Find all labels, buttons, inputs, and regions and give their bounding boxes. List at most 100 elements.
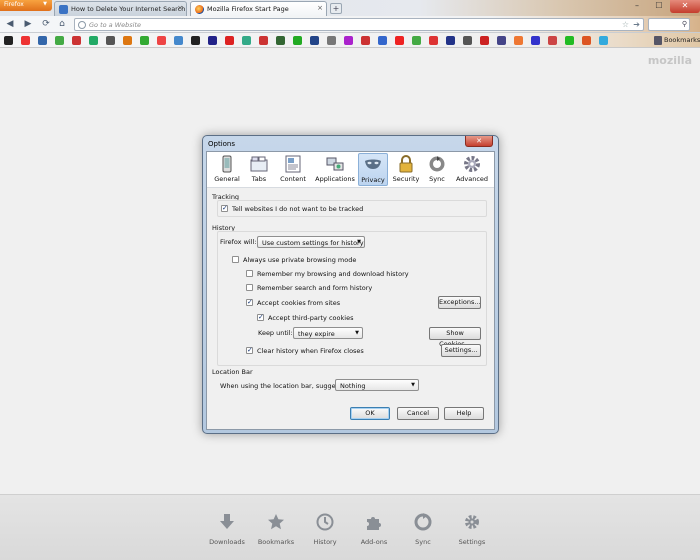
bookmark-favicon-icon[interactable] <box>276 36 285 45</box>
bookmark-favicon-icon[interactable] <box>208 36 217 45</box>
tab-sync[interactable]: Sync <box>424 153 450 186</box>
bookmark-favicon-icon[interactable] <box>21 36 30 45</box>
tab-applications[interactable]: Applications <box>314 153 356 186</box>
clear-on-close-checkbox[interactable] <box>246 346 253 354</box>
history-mode-value: Use custom settings for history <box>262 239 364 247</box>
bookmark-favicon-icon[interactable] <box>310 36 319 45</box>
launcher-downloads[interactable]: Downloads <box>207 513 247 546</box>
bookmark-favicon-icon[interactable] <box>429 36 438 45</box>
bookmarks-menu-icon <box>654 36 662 45</box>
new-tab-button[interactable]: + <box>330 3 342 14</box>
launcher-settings[interactable]: Settings <box>452 513 492 546</box>
search-input[interactable]: ⚲ <box>648 18 690 31</box>
bookmark-favicon-icon[interactable] <box>497 36 506 45</box>
third-party-cookies-checkbox[interactable] <box>257 313 264 321</box>
tab-general[interactable]: General <box>212 153 242 186</box>
home-icon[interactable]: ⌂ <box>56 18 68 30</box>
do-not-track-checkbox[interactable] <box>221 204 228 212</box>
bookmark-favicon-icon[interactable] <box>293 36 302 45</box>
bookmark-star-icon[interactable]: ☆ <box>622 20 629 29</box>
bookmark-favicon-icon[interactable] <box>463 36 472 45</box>
tab-delete-search-history[interactable]: How to Delete Your Internet Search H... … <box>54 1 187 16</box>
tab-tabs[interactable]: Tabs <box>246 153 272 186</box>
launcher-sync[interactable]: Sync <box>403 513 443 546</box>
bookmark-favicon-icon[interactable] <box>514 36 523 45</box>
launcher-history[interactable]: History <box>305 513 345 546</box>
bookmark-favicon-icon[interactable] <box>106 36 115 45</box>
launcher-bookmarks[interactable]: Bookmarks <box>256 513 296 546</box>
bookmark-favicon-icon[interactable] <box>412 36 421 45</box>
remember-browsing-label: Remember my browsing and download histor… <box>257 270 409 278</box>
bookmark-favicon-icon[interactable] <box>225 36 234 45</box>
forward-icon[interactable]: ▶ <box>22 18 34 30</box>
clear-settings-button[interactable]: Settings... <box>441 344 481 357</box>
url-bar[interactable]: Go to a Website ☆ ➔ <box>74 18 644 31</box>
bookmark-favicon-icon[interactable] <box>565 36 574 45</box>
tab-title: Mozilla Firefox Start Page <box>207 5 289 13</box>
keep-until-dropdown[interactable]: they expire ▼ <box>293 327 363 339</box>
close-window-button[interactable]: ✕ <box>670 0 700 13</box>
firefox-menu-button[interactable]: Firefox ▼ <box>0 0 52 11</box>
accept-cookies-checkbox[interactable] <box>246 298 253 306</box>
stop-reload-icon[interactable]: ⟳ <box>40 18 52 30</box>
remember-browsing-checkbox[interactable] <box>246 270 253 277</box>
bookmark-favicon-icon[interactable] <box>378 36 387 45</box>
bookmark-favicon-icon[interactable] <box>395 36 404 45</box>
tab-content[interactable]: Content <box>276 153 310 186</box>
dialog-close-button[interactable]: ✕ <box>465 136 493 147</box>
launcher-label: Bookmarks <box>257 538 295 546</box>
minimize-button[interactable]: – <box>626 0 648 13</box>
gear-icon <box>465 515 479 529</box>
bookmark-favicon-icon[interactable] <box>582 36 591 45</box>
exceptions-button[interactable]: Exceptions... <box>438 296 481 309</box>
bookmark-favicon-icon[interactable] <box>327 36 336 45</box>
bookmark-favicon-icon[interactable] <box>123 36 132 45</box>
back-icon[interactable]: ◀ <box>4 18 16 30</box>
suggest-dropdown[interactable]: Nothing ▼ <box>335 379 419 391</box>
bookmark-favicon-icon[interactable] <box>548 36 557 45</box>
chevron-down-icon: ▼ <box>411 382 415 388</box>
bookmark-favicon-icon[interactable] <box>72 36 81 45</box>
bookmark-favicon-icon[interactable] <box>259 36 268 45</box>
bookmark-favicon-icon[interactable] <box>157 36 166 45</box>
pane-label: Security <box>392 175 420 183</box>
bookmark-favicon-icon[interactable] <box>446 36 455 45</box>
close-tab-icon[interactable]: × <box>177 4 183 12</box>
star-icon <box>268 514 284 530</box>
launcher-bar: Downloads Bookmarks History Add-ons Sync… <box>0 494 700 560</box>
bookmark-favicon-icon[interactable] <box>4 36 13 45</box>
tab-security[interactable]: Security <box>392 153 420 186</box>
bookmark-favicon-icon[interactable] <box>89 36 98 45</box>
bookmark-favicon-icon[interactable] <box>344 36 353 45</box>
history-mode-dropdown[interactable]: Use custom settings for history ▼ <box>257 236 365 248</box>
bookmarks-menu-button[interactable]: Bookmarks <box>664 36 700 44</box>
bookmark-favicon-icon[interactable] <box>480 36 489 45</box>
pane-label: Privacy <box>361 176 385 184</box>
help-button[interactable]: Help <box>444 407 484 420</box>
remember-search-checkbox[interactable] <box>246 284 253 291</box>
bookmark-favicon-icon[interactable] <box>140 36 149 45</box>
go-arrow-icon[interactable]: ➔ <box>633 20 640 29</box>
tab-privacy[interactable]: Privacy <box>358 153 388 186</box>
bookmark-favicon-icon[interactable] <box>191 36 200 45</box>
pane-label: Content <box>280 175 306 183</box>
tab-firefox-start-page[interactable]: Mozilla Firefox Start Page × <box>190 1 327 16</box>
bookmark-favicon-icon[interactable] <box>38 36 47 45</box>
bookmark-favicon-icon[interactable] <box>531 36 540 45</box>
url-placeholder: Go to a Website <box>89 21 142 29</box>
maximize-button[interactable]: ☐ <box>648 0 670 13</box>
search-icon[interactable]: ⚲ <box>682 20 687 28</box>
bookmark-favicon-icon[interactable] <box>599 36 608 45</box>
bookmark-favicon-icon[interactable] <box>55 36 64 45</box>
close-tab-icon[interactable]: × <box>317 4 323 12</box>
private-mode-checkbox[interactable] <box>232 256 239 263</box>
launcher-addons[interactable]: Add-ons <box>354 513 394 546</box>
bookmark-favicon-icon[interactable] <box>361 36 370 45</box>
ok-button[interactable]: OK <box>350 407 390 420</box>
bookmark-favicon-icon[interactable] <box>242 36 251 45</box>
cancel-button[interactable]: Cancel <box>397 407 439 420</box>
show-cookies-button[interactable]: Show Cookies... <box>429 327 481 348</box>
launcher-label: Sync <box>415 538 431 546</box>
tab-advanced[interactable]: Advanced <box>454 153 490 186</box>
bookmark-favicon-icon[interactable] <box>174 36 183 45</box>
